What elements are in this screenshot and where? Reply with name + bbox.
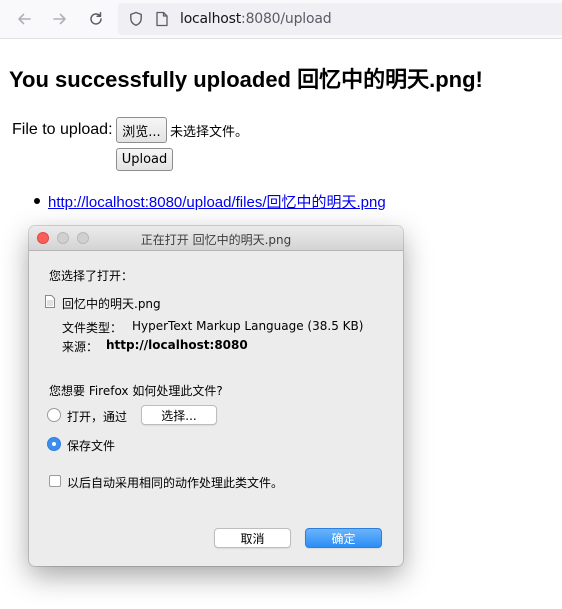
source-value: http://localhost:8080 [106, 338, 248, 352]
dialog-title: 正在打开 回忆中的明天.png [140, 233, 292, 247]
url-text[interactable]: localhost:8080/upload [180, 11, 332, 27]
list-bullet [34, 198, 40, 204]
uploaded-file-link[interactable]: http://localhost:8080/upload/files/回忆中的明… [48, 191, 386, 212]
url-path: :8080/upload [241, 11, 332, 27]
browser-toolbar: localhost:8080/upload [0, 0, 562, 39]
back-arrow-icon [18, 13, 31, 25]
file-icon [45, 295, 55, 308]
dialog-intro: 您选择了打开： [49, 269, 134, 283]
open-with-radio[interactable] [47, 408, 61, 422]
file-name: 回忆中的明天.png [62, 297, 161, 311]
cancel-button[interactable]: 取消 [214, 528, 291, 548]
reload-button[interactable] [84, 7, 108, 31]
upload-label: File to upload: [12, 121, 113, 138]
open-with-label[interactable]: 打开，通过 [67, 408, 127, 425]
shield-icon[interactable] [128, 11, 144, 27]
no-file-selected-text: 未选择文件。 [170, 125, 249, 140]
choose-application-button[interactable]: 选择... [141, 405, 217, 425]
back-button[interactable] [12, 7, 36, 31]
auto-action-label[interactable]: 以后自动采用相同的动作处理此类文件。 [67, 474, 283, 491]
browse-button[interactable]: 浏览... [116, 117, 167, 143]
upload-button[interactable]: Upload [116, 148, 173, 171]
file-type-value: HyperText Markup Language (38.5 KB) [132, 319, 364, 333]
forward-arrow-icon [53, 13, 66, 25]
page-icon[interactable] [155, 11, 169, 27]
page-heading: You successfully uploaded 回忆中的明天.png! [9, 67, 483, 92]
url-bar[interactable]: localhost:8080/upload [118, 3, 562, 35]
open-file-dialog: 正在打开 回忆中的明天.png 您选择了打开： 回忆中的明天.png 文件类型：… [29, 226, 403, 566]
dialog-titlebar[interactable]: 正在打开 回忆中的明天.png [29, 226, 403, 251]
handling-question: 您想要 Firefox 如何处理此文件? [49, 384, 223, 398]
source-label: 来源： [62, 340, 99, 354]
auto-action-checkbox[interactable] [49, 475, 61, 487]
forward-button[interactable] [48, 7, 72, 31]
ok-button[interactable]: 确定 [305, 528, 382, 548]
save-file-label[interactable]: 保存文件 [67, 437, 115, 454]
url-host: localhost [180, 11, 242, 27]
file-type-label: 文件类型： [62, 321, 123, 335]
save-file-radio[interactable] [47, 437, 61, 451]
reload-icon [90, 12, 102, 25]
